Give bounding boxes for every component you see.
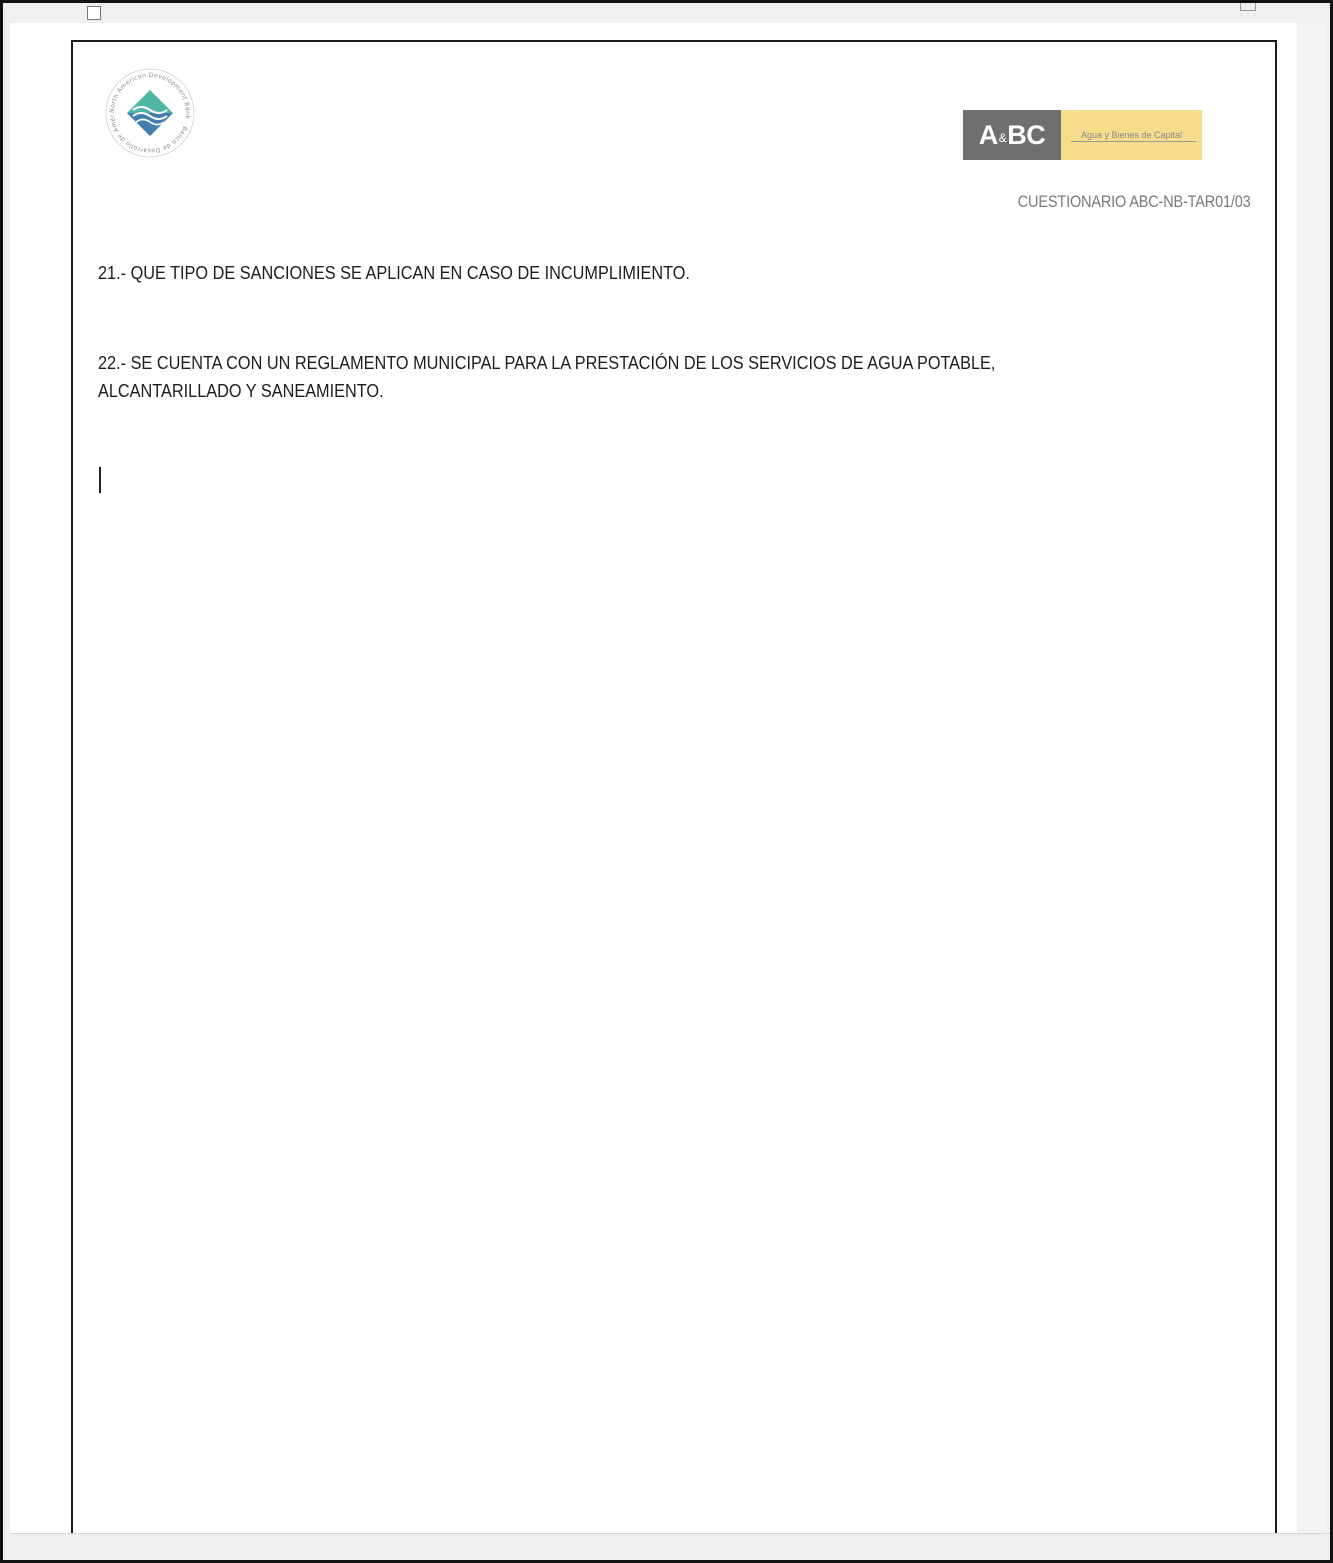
status-bar: [10, 1533, 1330, 1560]
bank-seal-logo: North American Development Bank · Banco …: [103, 66, 195, 158]
document-page[interactable]: North American Development Bank · Banco …: [71, 40, 1277, 1560]
window-control-icon[interactable]: [1240, 3, 1256, 11]
checkbox-icon[interactable]: [87, 6, 101, 20]
question-22: 22.- SE CUENTA CON UN REGLAMENTO MUNICIP…: [98, 349, 995, 405]
question-21: 21.- QUE TIPO DE SANCIONES SE APLICAN EN…: [98, 259, 690, 287]
abc-logo-tagline: Agua y Bienes de Capital: [1061, 110, 1202, 160]
document-window: North American Development Bank · Banco …: [0, 0, 1333, 1563]
question-22-line-2: ALCANTARILLADO Y SANEAMIENTO.: [98, 380, 384, 401]
abc-company-logo: A & BC Agua y Bienes de Capital: [963, 110, 1203, 160]
question-22-line-1: 22.- SE CUENTA CON UN REGLAMENTO MUNICIP…: [98, 352, 996, 373]
document-code: CUESTIONARIO ABC-NB-TAR01/03: [1018, 193, 1251, 211]
tagline-underline: [1071, 141, 1196, 142]
text-cursor[interactable]: [99, 467, 101, 493]
right-scroll-gutter[interactable]: [1297, 23, 1326, 1533]
question-21-line-1: 21.- QUE TIPO DE SANCIONES SE APLICAN EN…: [98, 262, 690, 283]
abc-logo-mark: A & BC: [963, 110, 1061, 160]
top-toolbar-strip: [3, 3, 1330, 20]
